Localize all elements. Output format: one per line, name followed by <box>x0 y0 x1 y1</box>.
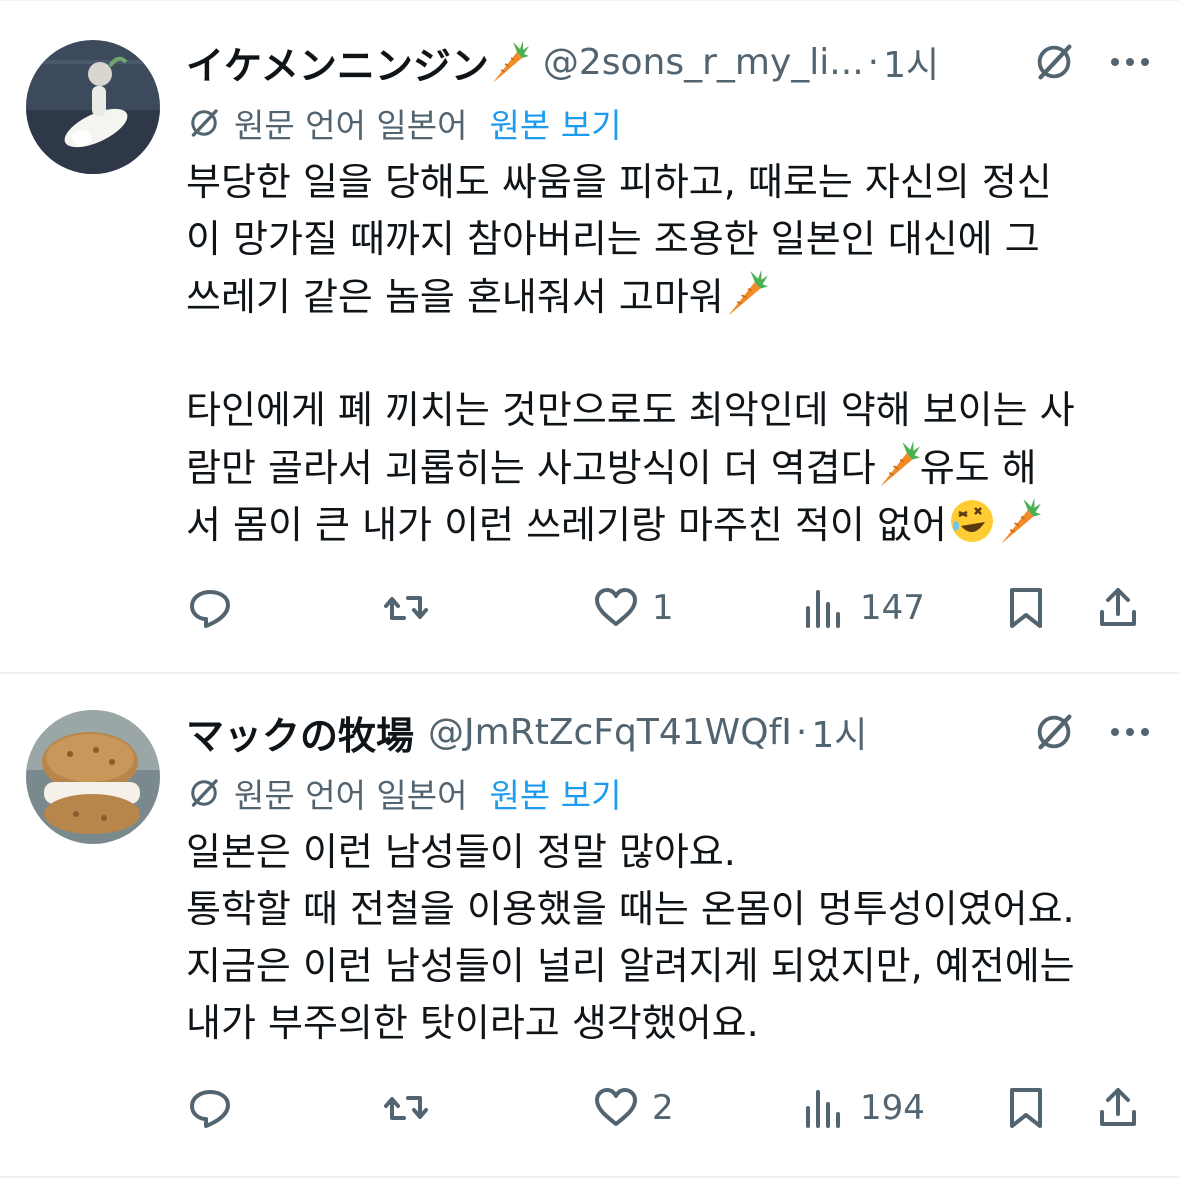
like-count: 1 <box>652 588 674 628</box>
carrot-emoji <box>724 268 768 318</box>
share-button[interactable] <box>1094 580 1142 636</box>
tweet-header: マックの牧場 @JmRtZcFqT41WQfI · 1시 <box>186 704 1153 760</box>
carrot-emoji <box>997 496 1041 546</box>
separator-dot: · <box>867 41 880 83</box>
more-icon[interactable] <box>1107 52 1153 72</box>
action-bar: 1 147 <box>186 580 1146 636</box>
share-button[interactable] <box>1094 1080 1142 1136</box>
text-line: 일본은 이런 남성들이 정말 많아요. <box>186 830 736 874</box>
view-count: 194 <box>860 1088 925 1128</box>
tweet-text: 부당한 일을 당해도 싸움을 피하고, 때로는 자신의 정신 이 망가질 때까지… <box>186 154 1156 553</box>
tweet-1[interactable]: イケメンニンジン @2sons_r_my_li... · 1시 원문 언어 일본… <box>0 0 1179 674</box>
views-button[interactable]: 194 <box>800 1080 925 1136</box>
carrot-emoji <box>489 40 529 84</box>
display-name[interactable]: イケメンニンジン <box>186 35 489 90</box>
repost-icon <box>384 1096 428 1120</box>
like-button[interactable]: 2 <box>592 1080 674 1136</box>
repost-button[interactable] <box>382 580 430 636</box>
like-button[interactable]: 1 <box>592 580 674 636</box>
more-icon[interactable] <box>1107 722 1153 742</box>
text-line: 쓰레기 같은 놈을 혼내줘서 고마워 <box>186 268 1156 325</box>
translate-icon <box>186 105 222 141</box>
bookmark-icon <box>1010 1088 1042 1128</box>
text-line: 내가 부주의한 탓이라고 생각했어요. <box>186 1001 759 1045</box>
grok-icon[interactable] <box>1031 39 1077 85</box>
views-icon <box>806 1090 840 1128</box>
header-actions <box>1031 34 1153 90</box>
text-line: 타인에게 폐 끼치는 것만으로도 최악인데 약해 보이는 사 <box>186 388 1075 432</box>
tweet-2[interactable]: マックの牧場 @JmRtZcFqT41WQfI · 1시 원문 언어 일본어 원… <box>0 674 1179 1178</box>
like-count: 2 <box>652 1088 674 1128</box>
reply-icon <box>190 590 230 628</box>
reply-button[interactable] <box>186 1080 234 1136</box>
text-segment: 람만 골라서 괴롭히는 사고방식이 더 역겹다 <box>186 446 876 490</box>
translation-bar: 원문 언어 일본어 원본 보기 <box>186 768 621 818</box>
user-handle[interactable]: @2sons_r_my_li... <box>543 42 864 83</box>
separator-dot: · <box>795 711 808 753</box>
view-count: 147 <box>860 588 925 628</box>
translation-bar: 원문 언어 일본어 원본 보기 <box>186 98 621 148</box>
show-original-link[interactable]: 원본 보기 <box>490 99 622 147</box>
reply-button[interactable] <box>186 580 234 636</box>
reply-icon <box>190 1090 230 1128</box>
translate-icon <box>186 775 222 811</box>
translation-note: 원문 언어 일본어 <box>234 106 468 145</box>
grok-icon[interactable] <box>1031 709 1077 755</box>
display-name[interactable]: マックの牧場 <box>186 705 414 760</box>
bookmark-button[interactable] <box>1002 1080 1050 1136</box>
avatar[interactable] <box>26 40 160 174</box>
like-icon <box>595 1088 637 1126</box>
share-icon <box>1100 1088 1136 1126</box>
repost-button[interactable] <box>382 1080 430 1136</box>
avatar[interactable] <box>26 710 160 844</box>
laughing-emoji <box>950 500 993 542</box>
text-line: 람만 골라서 괴롭히는 사고방식이 더 역겹다 유도 해 <box>186 439 1156 496</box>
text-segment: 유도 해 <box>919 446 1037 490</box>
user-handle[interactable]: @JmRtZcFqT41WQfI <box>428 712 792 753</box>
tweet-header: イケメンニンジン @2sons_r_my_li... · 1시 <box>186 34 1153 90</box>
like-icon <box>595 588 637 626</box>
text-line: 지금은 이런 남성들이 널리 알려지게 되었지만, 예전에는 <box>186 944 1075 988</box>
show-original-link[interactable]: 원본 보기 <box>490 769 622 817</box>
timestamp[interactable]: 1시 <box>883 36 939 88</box>
bookmark-icon <box>1010 588 1042 628</box>
action-bar: 2 194 <box>186 1080 1146 1136</box>
text-line: 이 망가질 때까지 참아버리는 조용한 일본인 대신에 그 <box>186 217 1040 261</box>
text-line: 통학할 때 전철을 이용했을 때는 온몸이 멍투성이였어요. <box>186 887 1075 931</box>
timestamp[interactable]: 1시 <box>811 706 867 758</box>
header-actions <box>1031 704 1153 760</box>
text-line: 부당한 일을 당해도 싸움을 피하고, 때로는 자신의 정신 <box>186 160 1052 204</box>
tweet-text: 일본은 이런 남성들이 정말 많아요. 통학할 때 전철을 이용했을 때는 온몸… <box>186 824 1156 1052</box>
translation-note: 원문 언어 일본어 <box>234 776 468 815</box>
text-line: 서 몸이 큰 내가 이런 쓰레기랑 마주친 적이 없어 <box>186 496 1156 553</box>
repost-icon <box>384 596 428 620</box>
share-icon <box>1100 588 1136 626</box>
carrot-emoji <box>876 439 920 489</box>
text-segment: 쓰레기 같은 놈을 혼내줘서 고마워 <box>186 275 724 319</box>
views-button[interactable]: 147 <box>800 580 925 636</box>
bookmark-button[interactable] <box>1002 580 1050 636</box>
text-segment: 서 몸이 큰 내가 이런 쓰레기랑 마주친 적이 없어 <box>186 503 947 547</box>
views-icon <box>806 590 840 628</box>
